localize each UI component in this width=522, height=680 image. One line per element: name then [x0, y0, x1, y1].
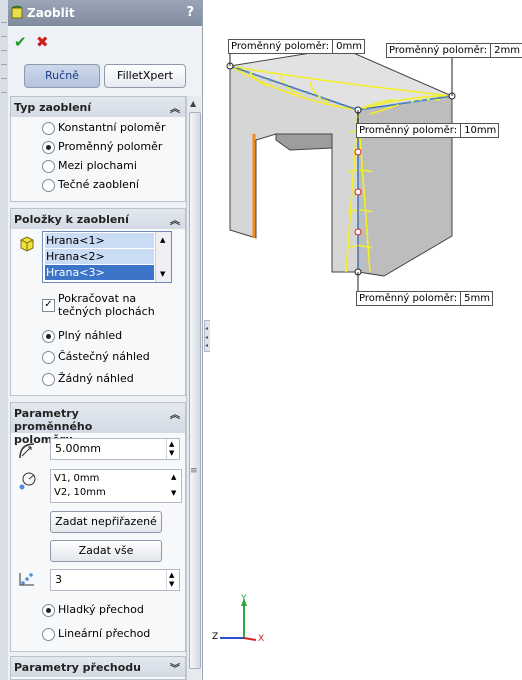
list-item[interactable]: Hrana<3> — [45, 265, 154, 280]
transition-params-section: Parametry přechodu ︾ — [10, 656, 186, 680]
radio-constant-radius[interactable] — [42, 122, 55, 135]
collapse-icon[interactable]: ︽ — [170, 212, 180, 227]
radio-partial-preview-label: Částečný náhled — [58, 350, 150, 363]
vertex-radius-list[interactable]: V1, 0mm V2, 10mm ▲ ▼ — [50, 469, 182, 503]
assign-unassigned-button[interactable]: Zadat nepřiřazené — [50, 511, 162, 533]
scrollbar-thumb[interactable] — [189, 112, 201, 669]
radio-variable-radius-label: Proměnný poloměr — [58, 140, 163, 153]
radio-variable-radius[interactable] — [42, 141, 55, 154]
radio-face-fillet-label: Mezi plochami — [58, 159, 137, 172]
assign-all-button[interactable]: Zadat vše — [50, 540, 162, 562]
tab-filletxpert[interactable]: FilletXpert — [104, 64, 186, 88]
scroll-up-icon[interactable]: ▲ — [190, 99, 196, 108]
instances-input[interactable]: 3 ▲ ▼ — [50, 569, 180, 591]
ok-button[interactable]: ✔ — [14, 33, 27, 51]
list-item[interactable]: V2, 10mm — [54, 487, 106, 498]
grip-icon: ≡ — [190, 466, 198, 476]
radio-full-round-label: Tečné zaoblení — [58, 178, 139, 191]
radius-callout[interactable]: Proměnný poloměr: 2mm — [386, 43, 522, 58]
radio-face-fillet[interactable] — [42, 160, 55, 173]
instances-stepper[interactable]: ▲ ▼ — [166, 570, 179, 590]
axis-x-label: X — [258, 634, 265, 644]
radio-partial-preview[interactable] — [42, 351, 55, 364]
radius-callout[interactable]: Proměnný poloměr: 10mm — [356, 123, 500, 138]
radio-straight-transition[interactable] — [42, 628, 55, 641]
radio-straight-transition-label: Lineární přechod — [58, 627, 151, 640]
radio-smooth-transition-label: Hladký přechod — [58, 603, 144, 616]
property-manager-panel: Zaoblit ? ✔ ✖ Ručně FilletXpert Typ zaob… — [8, 0, 203, 680]
radio-full-round[interactable] — [42, 179, 55, 192]
radio-no-preview[interactable] — [42, 373, 55, 386]
radio-full-preview[interactable] — [42, 330, 55, 343]
items-heading: Položky k zaoblení — [14, 213, 129, 226]
instances-value: 3 — [55, 573, 62, 586]
help-icon[interactable]: ? — [186, 5, 194, 20]
panel-titlebar: Zaoblit ? — [8, 0, 202, 26]
tab-manual[interactable]: Ručně — [24, 64, 100, 88]
graphics-viewport[interactable]: Proměnný poloměr: 0mm Proměnný poloměr: 2m… — [210, 0, 522, 680]
listbox-scrollbar[interactable]: ▲ ▼ — [155, 232, 171, 282]
collapse-icon[interactable]: ︽ — [170, 406, 180, 421]
radius-stepper[interactable]: ▲ ▼ — [166, 439, 179, 459]
fillet-type-header[interactable]: Typ zaoblení ︽ — [11, 97, 185, 117]
collapse-icon[interactable]: ︽ — [170, 100, 180, 115]
radius-input[interactable]: 5.00mm ▲ ▼ — [50, 438, 180, 460]
tangent-propagation-label: Pokračovat na tečných plochách — [58, 292, 155, 318]
edges-listbox[interactable]: Hrana<1> Hrana<2> Hrana<3> ▲ ▼ — [42, 231, 172, 283]
radius-callout[interactable]: Proměnný poloměr: 5mm — [356, 291, 493, 306]
axis-z-label: Z — [212, 632, 219, 642]
vertex-radius-icon — [19, 472, 36, 490]
variable-radius-params-header[interactable]: Parametry proměnného poloměru ︽ — [11, 403, 185, 446]
vertex-list-scrollbar[interactable]: ▲ ▼ — [169, 470, 181, 502]
radius-icon — [19, 443, 35, 459]
expand-icon[interactable]: ︾ — [170, 660, 180, 675]
fillet-type-heading: Typ zaoblení — [14, 101, 92, 114]
axis-triad — [220, 598, 257, 641]
tangent-propagation-checkbox[interactable]: ✓ — [42, 299, 55, 312]
instances-icon — [19, 573, 34, 586]
list-item[interactable]: Hrana<2> — [45, 249, 154, 264]
radio-smooth-transition[interactable] — [42, 604, 55, 617]
model-view — [220, 47, 456, 641]
transition-params-header[interactable]: Parametry přechodu ︾ — [11, 657, 185, 677]
edge-selection-icon — [20, 236, 34, 252]
radio-no-preview-label: Žádný náhled — [58, 372, 134, 385]
radio-constant-radius-label: Konstantní poloměr — [58, 121, 166, 134]
panel-title: Zaoblit — [27, 6, 75, 20]
panel-scrollbar[interactable]: ▲ ≡ — [186, 96, 201, 680]
list-item[interactable]: V1, 0mm — [54, 473, 99, 484]
list-item[interactable]: Hrana<1> — [45, 233, 154, 248]
cancel-button[interactable]: ✖ — [36, 33, 49, 51]
radius-value: 5.00mm — [55, 442, 101, 455]
radius-callout[interactable]: Proměnný poloměr: 0mm — [228, 39, 365, 54]
items-header[interactable]: Položky k zaoblení ︽ — [11, 209, 185, 229]
transition-params-heading: Parametry přechodu — [14, 661, 142, 674]
fillet-icon — [11, 5, 23, 19]
radio-full-preview-label: Plný náhled — [58, 329, 123, 342]
axis-y-label: Y — [241, 594, 247, 604]
mode-tabs: Ručně FilletXpert — [24, 64, 186, 88]
